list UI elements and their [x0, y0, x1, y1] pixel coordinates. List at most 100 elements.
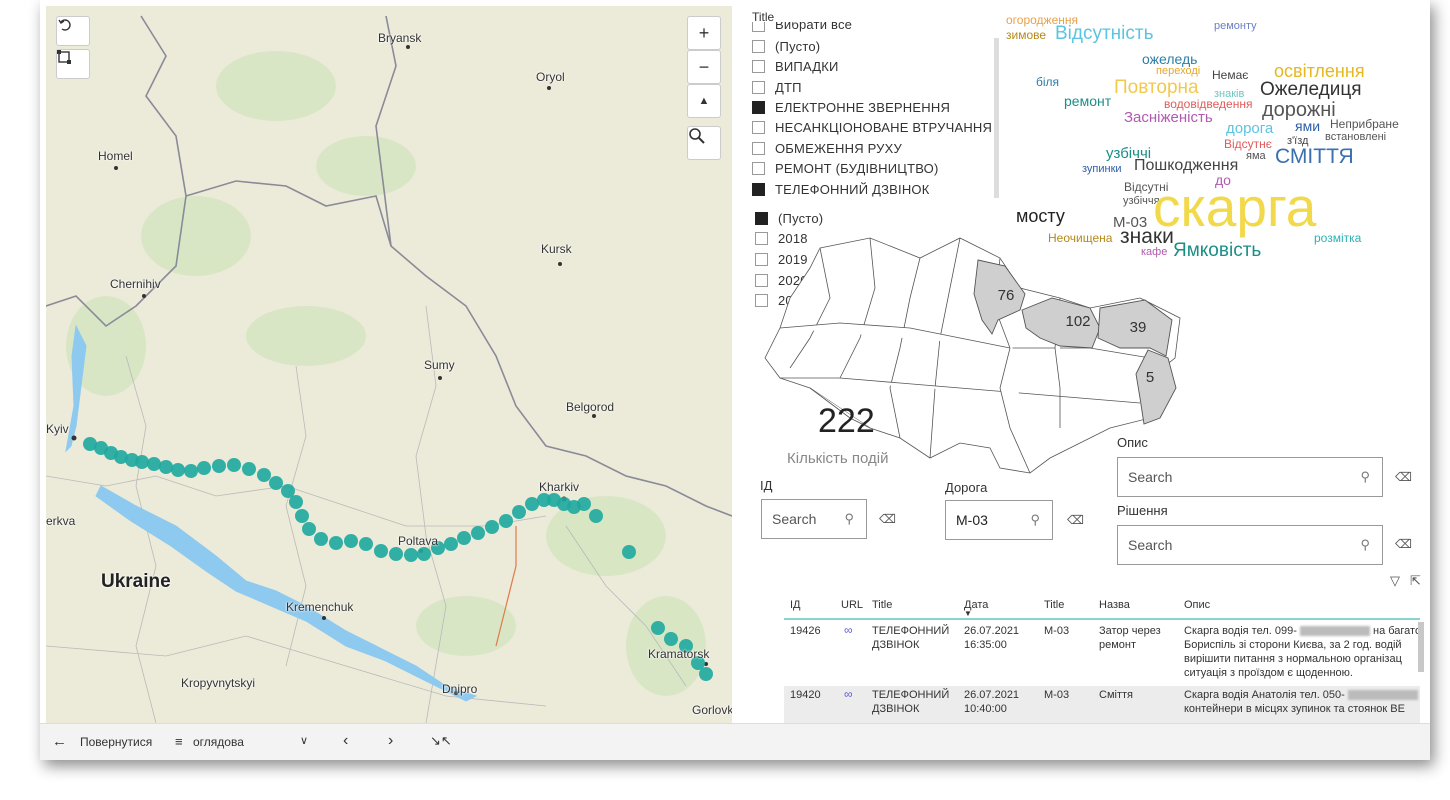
word-cloud-term[interactable]: розмітка — [1314, 232, 1361, 244]
event-marker[interactable] — [302, 522, 316, 536]
column-header-description[interactable]: Опис — [1184, 599, 1210, 611]
event-marker[interactable] — [212, 459, 226, 473]
word-cloud-term[interactable]: скарга — [1153, 180, 1316, 235]
checkbox[interactable] — [752, 22, 765, 32]
word-cloud-term[interactable]: Ожеледиця — [1260, 80, 1362, 99]
focus-mode-icon[interactable]: ⇱ — [1410, 573, 1421, 589]
title-slicer-item[interactable]: ДТП — [752, 80, 802, 95]
checkbox[interactable] — [752, 101, 765, 114]
zoom-out-button[interactable]: − — [687, 50, 721, 84]
event-marker[interactable] — [699, 667, 713, 681]
word-cloud-term[interactable]: Немає — [1212, 69, 1248, 81]
event-marker[interactable] — [329, 536, 343, 550]
event-marker[interactable] — [404, 548, 418, 562]
word-cloud-term[interactable]: встановлені — [1325, 132, 1386, 143]
eraser-icon[interactable]: ⌫ — [1067, 513, 1084, 527]
event-marker[interactable] — [242, 462, 256, 476]
previous-page-icon[interactable]: ‹ — [343, 732, 348, 750]
title-slicer-item[interactable]: ВИПАДКИ — [752, 59, 839, 74]
route-map[interactable]: Bryansk Oryol Homel Kursk Chernihiv Sumy… — [46, 6, 732, 723]
event-marker[interactable] — [171, 463, 185, 477]
column-header-url[interactable]: URL — [841, 599, 863, 611]
word-cloud-term[interactable]: яма — [1246, 151, 1266, 162]
eraser-icon[interactable]: ⌫ — [1395, 470, 1412, 484]
event-marker[interactable] — [135, 455, 149, 469]
event-marker[interactable] — [651, 621, 665, 635]
checkbox[interactable] — [752, 60, 765, 73]
compass-icon[interactable]: ▲ — [687, 84, 721, 118]
event-marker[interactable] — [499, 514, 513, 528]
word-cloud-term[interactable]: ями — [1295, 119, 1320, 133]
eraser-icon[interactable]: ⌫ — [879, 512, 896, 526]
event-marker[interactable] — [184, 464, 198, 478]
page-selector[interactable]: оглядова — [193, 735, 244, 749]
event-marker[interactable] — [159, 460, 173, 474]
event-marker[interactable] — [417, 547, 431, 561]
word-cloud-term[interactable]: Відсутнє — [1224, 138, 1272, 150]
title-slicer-item[interactable]: НЕСАНКЦІОНОВАНЕ ВТРУЧАННЯ — [752, 120, 992, 135]
link-icon[interactable]: ∞ — [844, 687, 853, 701]
event-marker[interactable] — [147, 457, 161, 471]
event-marker[interactable] — [589, 509, 603, 523]
zoom-search-icon[interactable] — [687, 126, 721, 160]
reset-view-icon[interactable] — [56, 16, 90, 46]
title-slicer-item[interactable]: ОБМЕЖЕННЯ РУХУ — [752, 141, 902, 156]
word-cloud-term[interactable]: ремонт — [1064, 94, 1111, 108]
back-button[interactable]: Повернутися — [80, 735, 152, 749]
event-marker[interactable] — [525, 497, 539, 511]
title-slicer-item[interactable]: ТЕЛЕФОННИЙ ДЗВІНОК — [752, 182, 930, 197]
eraser-icon[interactable]: ⌫ — [1395, 537, 1412, 551]
checkbox[interactable] — [752, 162, 765, 175]
event-marker[interactable] — [457, 531, 471, 545]
road-search-input[interactable]: М-03 ⚲ — [945, 500, 1053, 540]
next-page-icon[interactable]: › — [388, 732, 393, 750]
event-marker[interactable] — [444, 537, 458, 551]
title-slicer-item[interactable]: (Пусто) — [752, 39, 820, 54]
event-marker[interactable] — [622, 545, 636, 559]
checkbox[interactable] — [752, 81, 765, 94]
word-cloud-term[interactable]: Неприбране — [1330, 118, 1399, 130]
word-cloud-term[interactable]: освітлення — [1274, 62, 1365, 80]
event-marker[interactable] — [197, 461, 211, 475]
word-cloud-term[interactable]: Повторна — [1114, 78, 1199, 97]
link-icon[interactable]: ∞ — [844, 623, 853, 637]
year-slicer-item[interactable]: (Пусто) — [755, 211, 823, 226]
lasso-select-icon[interactable] — [56, 49, 90, 79]
event-marker[interactable] — [227, 458, 241, 472]
title-slicer-scrollbar[interactable] — [994, 38, 999, 198]
column-header-id[interactable]: ІД — [790, 599, 801, 611]
checkbox[interactable] — [755, 212, 768, 225]
back-arrow-icon[interactable]: ← — [52, 733, 67, 750]
table-scrollbar[interactable] — [1418, 622, 1424, 672]
event-marker[interactable] — [289, 495, 303, 509]
desc-search-input[interactable]: Search ⚲ — [1117, 457, 1383, 497]
event-marker[interactable] — [257, 468, 271, 482]
event-marker[interactable] — [389, 547, 403, 561]
word-cloud-term[interactable]: ремонту — [1214, 21, 1257, 32]
chevron-down-icon[interactable]: ∨ — [300, 734, 308, 747]
event-marker[interactable] — [295, 509, 309, 523]
title-slicer-item[interactable]: Вибрати все — [752, 22, 852, 32]
event-marker[interactable] — [314, 532, 328, 546]
word-cloud-term[interactable]: Відсутність — [1055, 24, 1154, 43]
event-marker[interactable] — [374, 544, 388, 558]
title-slicer-item[interactable]: РЕМОНТ (БУДІВНИЦТВО) — [752, 161, 939, 176]
word-cloud-term[interactable]: переході — [1156, 66, 1200, 77]
column-header-title[interactable]: Title — [872, 599, 892, 611]
word-cloud-term[interactable]: дорожні — [1262, 100, 1336, 120]
word-cloud-term[interactable]: зупинки — [1082, 164, 1122, 175]
event-marker[interactable] — [344, 534, 358, 548]
title-slicer-item[interactable]: ЕЛЕКТРОННЕ ЗВЕРНЕННЯ — [752, 100, 950, 115]
event-marker[interactable] — [471, 526, 485, 540]
event-marker[interactable] — [512, 505, 526, 519]
event-marker[interactable] — [664, 632, 678, 646]
word-cloud-term[interactable]: мосту — [1016, 207, 1065, 225]
word-cloud-term[interactable]: Засніженість — [1124, 110, 1213, 125]
filter-icon[interactable]: ▽ — [1390, 573, 1400, 589]
column-header-name[interactable]: Назва — [1099, 599, 1130, 611]
checkbox[interactable] — [752, 40, 765, 53]
event-marker[interactable] — [485, 520, 499, 534]
checkbox[interactable] — [752, 142, 765, 155]
checkbox[interactable] — [752, 121, 765, 134]
word-cloud-term[interactable]: дорога — [1226, 121, 1273, 136]
